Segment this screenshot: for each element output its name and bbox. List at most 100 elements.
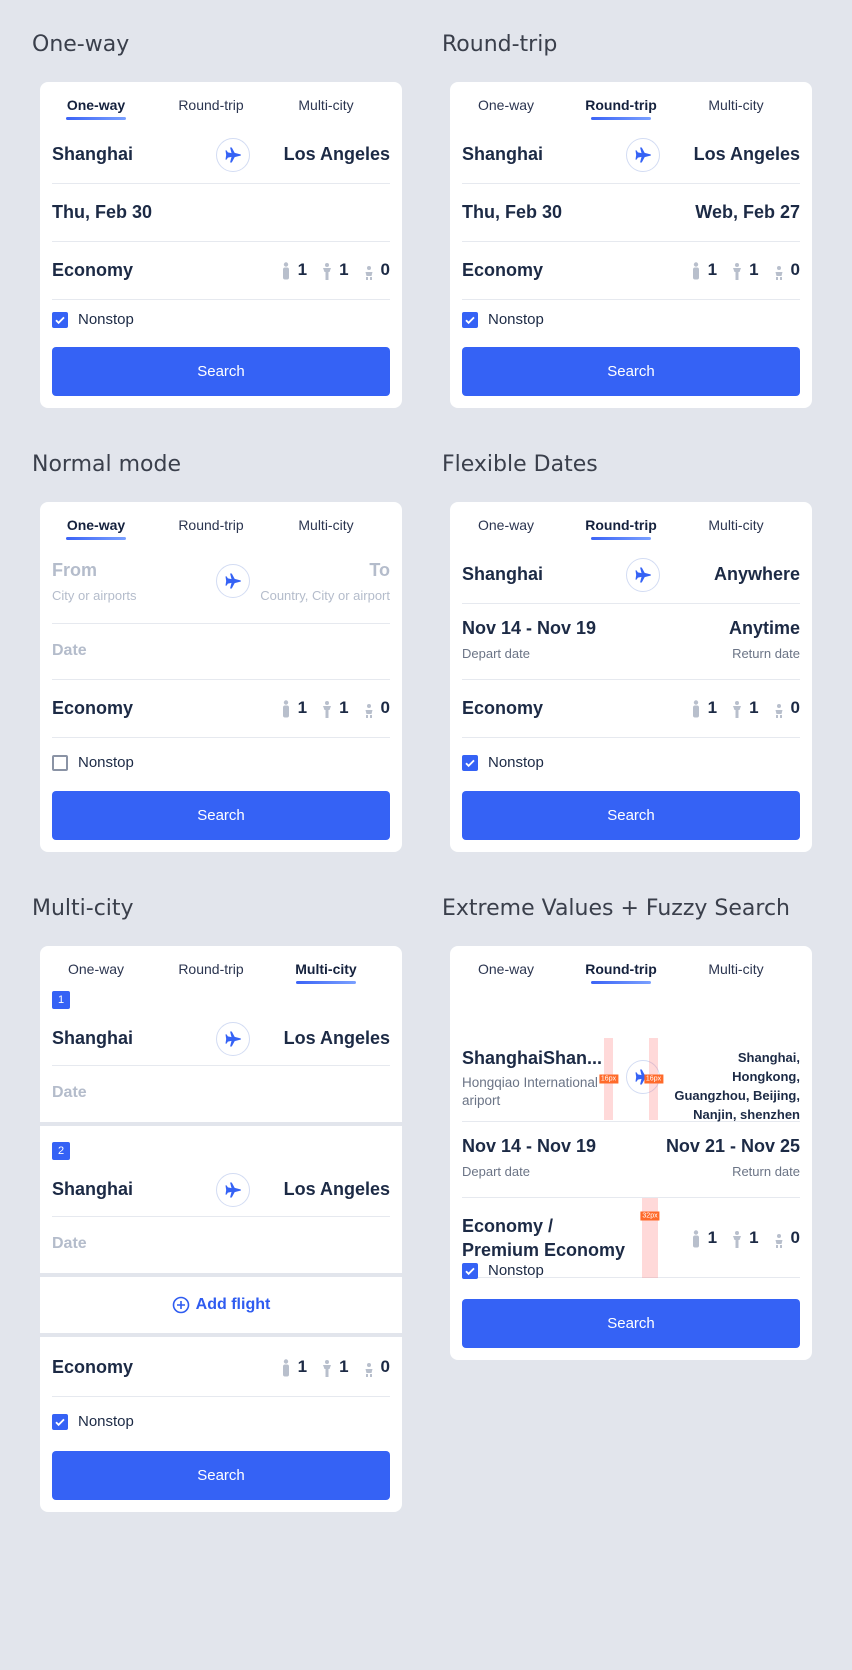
tab-round-trip[interactable]: Round-trip [571, 517, 671, 540]
adult-icon [692, 1230, 699, 1248]
search-button[interactable]: Search [462, 1299, 800, 1348]
section-title-round-trip: Round-trip [442, 32, 558, 57]
cabin-class[interactable]: Economy [462, 260, 543, 281]
origin-city[interactable]: Shanghai [52, 1028, 133, 1049]
nonstop-checkbox[interactable]: Nonstop [462, 754, 544, 771]
search-button[interactable]: Search [462, 791, 800, 840]
tab-round-trip[interactable]: Round-trip [161, 517, 261, 533]
nonstop-checkbox[interactable]: Nonstop [52, 1413, 134, 1430]
destination-placeholder[interactable]: To [369, 560, 390, 581]
cabin-class[interactable]: Economy [462, 698, 543, 719]
tab-one-way[interactable]: One-way [456, 97, 556, 113]
tab-one-way[interactable]: One-way [456, 517, 556, 533]
date-row[interactable]: Date [52, 624, 390, 680]
route-row: Shanghai Los Angeles [52, 1163, 390, 1217]
trip-type-tabs: One-way Round-trip Multi-city [40, 946, 402, 990]
date-row[interactable]: Date [52, 1217, 390, 1273]
flight-divider [40, 1273, 402, 1277]
passenger-counts[interactable]: 1 1 0 [680, 260, 800, 280]
passenger-counts[interactable]: 1 1 0 [680, 698, 800, 718]
swap-plane-icon[interactable] [216, 564, 250, 598]
nonstop-label: Nonstop [488, 754, 544, 771]
tab-round-trip[interactable]: Round-trip [161, 97, 261, 113]
destination-city[interactable]: Los Angeles [284, 1028, 390, 1049]
swap-plane-icon[interactable] [626, 558, 660, 592]
swap-plane-icon[interactable] [216, 1173, 250, 1207]
tab-multi-city[interactable]: Multi-city [276, 961, 376, 984]
search-button[interactable]: Search [462, 347, 800, 396]
depart-date[interactable]: Thu, Feb 30 [462, 202, 562, 223]
passenger-counts[interactable]: 1 1 0 [270, 260, 390, 280]
nonstop-checkbox[interactable]: Nonstop [52, 311, 134, 328]
origin-city[interactable]: Shanghai [52, 144, 133, 165]
origin-city[interactable]: Shanghai [462, 144, 543, 165]
child-icon [323, 1360, 332, 1377]
tab-round-trip[interactable]: Round-trip [571, 961, 671, 984]
destination-city[interactable]: Los Angeles [284, 1179, 390, 1200]
passenger-counts[interactable]: 1 1 0 [270, 698, 390, 718]
swap-plane-icon[interactable] [216, 138, 250, 172]
tab-one-way[interactable]: One-way [46, 961, 146, 977]
passenger-counts[interactable]: 1 1 0 [680, 1228, 800, 1248]
flight-divider [40, 1122, 402, 1126]
route-row: Shanghai Los Angeles [52, 126, 390, 184]
route-row: Shanghai Los Angeles [462, 126, 800, 184]
date-placeholder[interactable]: Date [52, 1235, 87, 1253]
trip-type-tabs: One-way Round-trip Multi-city [450, 82, 812, 126]
tab-round-trip[interactable]: Round-trip [161, 961, 261, 977]
adult-count: 1 [297, 698, 308, 717]
depart-hint: Depart date [462, 646, 530, 661]
tab-one-way[interactable]: One-way [46, 517, 146, 540]
tab-round-trip[interactable]: Round-trip [571, 97, 671, 120]
tab-multi-city[interactable]: Multi-city [686, 517, 786, 533]
destination-hint: Country, City or airport [260, 588, 390, 603]
destination-cities[interactable]: Shanghai, Hongkong, Guangzhou, Beijing, … [670, 1048, 800, 1124]
return-date[interactable]: Nov 21 - Nov 25 [666, 1136, 800, 1157]
tab-one-way[interactable]: One-way [456, 961, 556, 977]
checkbox-checked-icon [462, 754, 478, 771]
checkbox-checked-icon [462, 1262, 478, 1279]
date-row[interactable]: Thu, Feb 30 [52, 184, 390, 242]
cabin-class[interactable]: Economy / Premium Economy [462, 1214, 632, 1262]
cabin-class[interactable]: Economy [52, 698, 133, 719]
cabin-class[interactable]: Economy [52, 1357, 133, 1378]
nonstop-label: Nonstop [488, 311, 544, 328]
date-placeholder[interactable]: Date [52, 642, 87, 660]
destination-city[interactable]: Anywhere [714, 564, 800, 585]
origin-city[interactable]: ShanghaiShan... [462, 1048, 602, 1069]
search-button[interactable]: Search [52, 791, 390, 840]
destination-city[interactable]: Los Angeles [284, 144, 390, 165]
tab-multi-city[interactable]: Multi-city [276, 97, 376, 113]
add-flight-button[interactable]: Add flight [40, 1296, 402, 1314]
depart-date[interactable]: Nov 14 - Nov 19 [462, 618, 596, 639]
route-row: Shanghai Anywhere [462, 546, 800, 604]
nonstop-checkbox[interactable]: Nonstop [52, 754, 134, 771]
origin-hint: City or airports [52, 588, 137, 603]
origin-placeholder[interactable]: From [52, 560, 97, 581]
search-button[interactable]: Search [52, 347, 390, 396]
return-hint: Return date [732, 646, 800, 661]
return-date[interactable]: Web, Feb 27 [695, 202, 800, 223]
return-date[interactable]: Anytime [729, 618, 800, 639]
infant-count: 0 [380, 260, 390, 279]
tab-multi-city[interactable]: Multi-city [276, 517, 376, 533]
destination-city[interactable]: Los Angeles [694, 144, 800, 165]
checkbox-checked-icon [52, 311, 68, 328]
adult-icon [282, 1359, 289, 1377]
depart-date[interactable]: Nov 14 - Nov 19 [462, 1136, 596, 1157]
tab-one-way[interactable]: One-way [46, 97, 146, 120]
date-row[interactable]: Date [52, 1066, 390, 1122]
passenger-counts[interactable]: 1 1 0 [270, 1357, 390, 1377]
search-button[interactable]: Search [52, 1451, 390, 1500]
swap-plane-icon[interactable] [626, 138, 660, 172]
nonstop-checkbox[interactable]: Nonstop [462, 1262, 544, 1279]
origin-city[interactable]: Shanghai [462, 564, 543, 585]
nonstop-checkbox[interactable]: Nonstop [462, 311, 544, 328]
cabin-class[interactable]: Economy [52, 260, 133, 281]
tab-multi-city[interactable]: Multi-city [686, 961, 786, 977]
origin-city[interactable]: Shanghai [52, 1179, 133, 1200]
depart-date[interactable]: Thu, Feb 30 [52, 202, 152, 223]
tab-multi-city[interactable]: Multi-city [686, 97, 786, 113]
date-placeholder[interactable]: Date [52, 1084, 87, 1102]
swap-plane-icon[interactable] [216, 1022, 250, 1056]
